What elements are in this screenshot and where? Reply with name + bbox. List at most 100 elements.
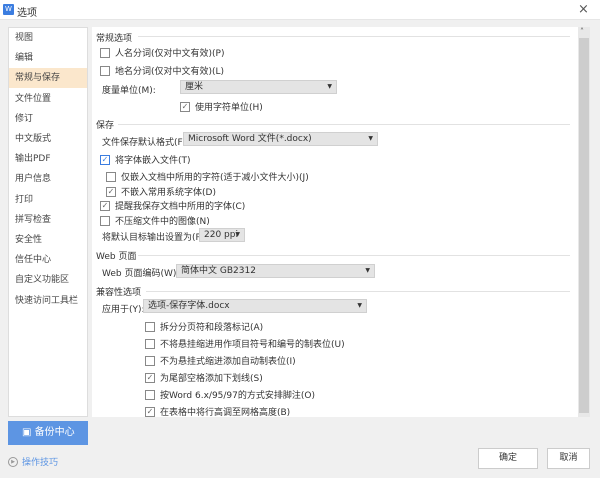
checkbox[interactable] [100,215,110,226]
no-system-fonts-checkbox[interactable]: ✓ 不嵌入常用系统字体(D) [106,185,216,198]
settings-panel: 常规选项 人名分词(仅对中文有效)(P) 地名分词(仅对中文有效)(L) 度量单… [92,27,578,418]
label: 提醒我保存文档中所用的字体(C) [115,202,246,212]
label: 将字体嵌入文件(T) [115,156,191,166]
sidebar: 视图 编辑 常规与保存 文件位置 修订 中文版式 输出PDF 用户信息 打印 拼写检查 安全性 信任中… [8,27,88,417]
value: 220 ppi [204,230,238,240]
label: 地名分词(仅对中文有效)(L) [115,67,225,77]
sidebar-item[interactable]: 修订 [9,109,87,129]
encoding-label: Web 页面编码(W): [102,269,180,279]
title-bar: W 选项 × [0,0,600,20]
sidebar-item[interactable]: 自定义功能区 [9,270,87,290]
sidebar-item[interactable]: 安全性 [9,230,87,250]
chevron-down-icon: ▼ [235,231,240,238]
checkbox[interactable]: ✓ [100,154,110,165]
label: 按Word 6.x/95/97的方式安排脚注(O) [160,391,315,401]
no-compress-checkbox[interactable]: 不压缩文件中的图像(N) [100,214,210,227]
label: 仅嵌入文档中所用的字符(适于减小文件大小)(J) [121,173,309,183]
backup-icon: ▣ [22,427,35,438]
label: 使用字符单位(H) [195,103,263,113]
divider [138,36,570,37]
compat-option-checkbox[interactable]: 不将悬挂缩进用作项目符号和编号的制表位(U) [145,337,345,350]
label: 拆分分页符和段落标记(A) [160,323,264,333]
play-icon: ▶ [8,456,18,467]
place-split-checkbox[interactable]: 地名分词(仅对中文有效)(L) [100,64,224,77]
checkbox[interactable] [145,338,155,349]
compat-option-checkbox[interactable]: ✓ 为尾部空格添加下划线(S) [145,371,263,384]
unit-select[interactable]: 厘米 ▼ [180,80,337,94]
sidebar-item[interactable]: 打印 [9,190,87,210]
apply-label: 应用于(Y): [102,305,145,315]
remind-fonts-checkbox[interactable]: ✓ 提醒我保存文档中所用的字体(C) [100,199,245,212]
sidebar-item[interactable]: 视图 [9,28,87,48]
sidebar-item[interactable]: 编辑 [9,48,87,68]
chevron-down-icon: ▼ [357,302,362,309]
checkbox[interactable]: ✓ [145,406,155,417]
checkbox[interactable] [106,171,116,182]
section-web: Web 页面 [96,252,137,262]
embed-fonts-checkbox[interactable]: ✓ 将字体嵌入文件(T) [100,153,191,166]
label: 为尾部空格添加下划线(S) [160,374,263,384]
ok-button[interactable]: 确定 [478,448,538,469]
checkbox[interactable]: ✓ [100,200,110,211]
checkbox[interactable] [145,355,155,366]
person-split-checkbox[interactable]: 人名分词(仅对中文有效)(P) [100,46,224,59]
wps-writer-icon: W [3,4,14,15]
backup-center-button[interactable]: ▣ 备份中心 [8,421,88,445]
label: 不为悬挂式缩进添加自动制表位(I) [160,357,296,367]
compat-option-checkbox[interactable]: 不为悬挂式缩进添加自动制表位(I) [145,354,296,367]
cancel-button[interactable]: 取消 [547,448,590,469]
label: 在表格中将行高调至网格高度(B) [160,408,291,418]
scrollbar-thumb[interactable] [579,38,589,413]
label: 操作技巧 [22,458,59,468]
sidebar-item[interactable]: 输出PDF [9,149,87,169]
ppi-label: 将默认目标输出设置为(P): [102,233,208,243]
format-select[interactable]: Microsoft Word 文件(*.docx) ▼ [183,132,378,146]
checkbox[interactable] [100,47,110,58]
compat-option-checkbox[interactable]: ✓ 在表格中将行高调至网格高度(B) [145,405,290,418]
chevron-down-icon: ▼ [365,267,370,274]
compat-option-checkbox[interactable]: 拆分分页符和段落标记(A) [145,320,263,333]
checkbox[interactable]: ✓ [145,372,155,383]
apply-select[interactable]: 选项-保存字体.docx ▼ [143,299,367,313]
value: 选项-保存字体.docx [148,301,230,311]
value: 厘米 [185,82,204,92]
divider [146,291,570,292]
checkbox[interactable] [145,321,155,332]
label: 人名分词(仅对中文有效)(P) [115,49,225,59]
label: 不将悬挂缩进用作项目符号和编号的制表位(U) [160,340,345,350]
checkbox[interactable]: ✓ [106,186,116,197]
close-icon[interactable]: × [578,2,589,17]
compat-option-checkbox[interactable]: 按Word 6.x/95/97的方式安排脚注(O) [145,388,315,401]
chevron-down-icon: ▼ [327,83,332,90]
label: 不压缩文件中的图像(N) [115,217,210,227]
sidebar-item[interactable]: 常规与保存 [9,68,87,89]
value: 简体中文 GB2312 [181,266,256,276]
sidebar-item[interactable]: 快速访问工具栏 [9,291,87,311]
sidebar-item[interactable]: 信任中心 [9,250,87,270]
char-unit-checkbox[interactable]: ✓ 使用字符单位(H) [180,100,263,113]
checkbox[interactable] [145,389,155,400]
section-save: 保存 [96,121,115,131]
sidebar-item[interactable]: 文件位置 [9,89,87,109]
embed-used-checkbox[interactable]: 仅嵌入文档中所用的字符(适于减小文件大小)(J) [106,170,309,183]
checkbox[interactable] [100,65,110,76]
sidebar-item[interactable]: 用户信息 [9,169,87,189]
encoding-select[interactable]: 简体中文 GB2312 ▼ [176,264,375,278]
section-compat: 兼容性选项 [96,288,142,298]
label: 不嵌入常用系统字体(D) [121,188,216,198]
scrollbar[interactable]: ˄ [578,27,590,417]
sidebar-item[interactable]: 中文版式 [9,129,87,149]
sidebar-item[interactable]: 拼写检查 [9,210,87,230]
ppi-select[interactable]: 220 ppi ▼ [199,228,245,242]
value: Microsoft Word 文件(*.docx) [188,134,312,144]
checkbox[interactable]: ✓ [180,101,190,112]
chevron-down-icon: ▼ [368,135,373,142]
tips-link[interactable]: ▶ 操作技巧 [8,455,58,468]
dialog-title: 选项 [17,8,37,19]
divider [138,255,570,256]
chevron-up-icon[interactable]: ˄ [580,27,584,36]
unit-label: 度量单位(M): [102,86,156,96]
format-label: 文件保存默认格式(F): [102,138,190,148]
section-general: 常规选项 [96,34,133,44]
label: 备份中心 [34,427,75,438]
